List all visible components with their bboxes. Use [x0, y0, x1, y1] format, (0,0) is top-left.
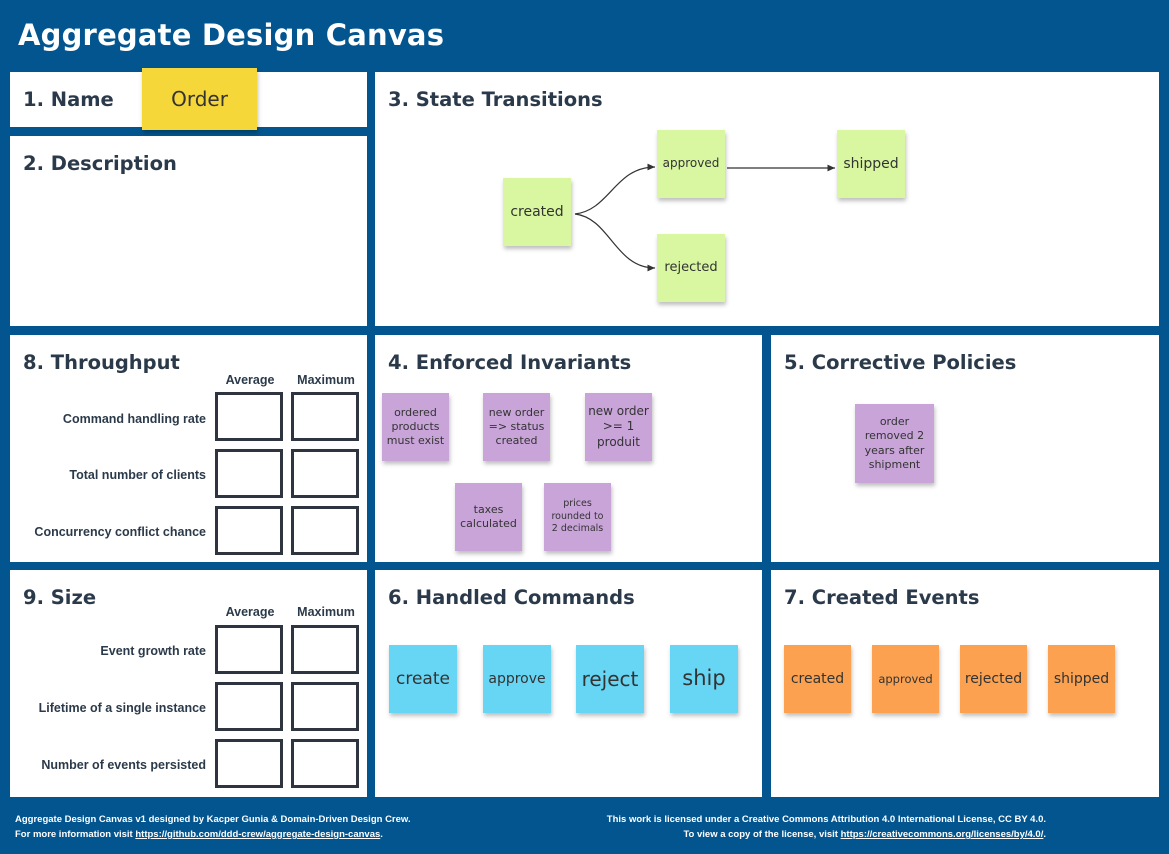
panel-state-transitions: 3. State Transitions created approved sh… — [375, 72, 1159, 326]
size-growth-average-field[interactable] — [215, 625, 283, 674]
panel-description: 2. Description — [10, 136, 367, 326]
panel-size: 9. Size Average Maximum Event growth rat… — [10, 570, 367, 797]
transition-arrows — [574, 163, 835, 272]
throughput-conflict-maximum-field[interactable] — [291, 506, 359, 555]
panel-size-title: 9. Size — [23, 586, 97, 609]
panel-invariants-title: 4. Enforced Invariants — [388, 351, 632, 374]
canvas-board: Aggregate Design Canvas 1. Name 2. Descr… — [0, 0, 1169, 854]
arrow-created-approved — [574, 163, 656, 215]
event-sticky[interactable]: approved — [872, 645, 939, 713]
throughput-col-average: Average — [225, 373, 275, 387]
command-sticky[interactable]: ship — [670, 645, 738, 713]
footer-license-line1: This work is licensed under a Creative C… — [606, 814, 1046, 825]
size-col-average: Average — [225, 605, 275, 619]
invariant-sticky[interactable]: ordered products must exist — [382, 393, 449, 461]
canvas-title: Aggregate Design Canvas — [18, 18, 445, 52]
footer-credits-line1: Aggregate Design Canvas v1 designed by K… — [15, 814, 411, 825]
state-created[interactable]: created — [503, 178, 571, 246]
footer-license: This work is licensed under a Creative C… — [607, 812, 1046, 842]
command-sticky[interactable]: approve — [483, 645, 551, 713]
throughput-row-label: Concurrency conflict chance — [34, 525, 206, 539]
event-sticky[interactable]: rejected — [960, 645, 1027, 713]
footer-license-link[interactable]: https://creativecommons.org/licenses/by/… — [841, 829, 1044, 840]
state-rejected[interactable]: rejected — [657, 234, 725, 302]
throughput-row-label: Total number of clients — [69, 468, 206, 482]
arrow-created-rejected — [574, 213, 656, 272]
throughput-row-label: Command handling rate — [62, 412, 206, 426]
panel-events-title: 7. Created Events — [784, 586, 980, 609]
size-row-label: Event growth rate — [100, 644, 206, 658]
panel-policies: 5. Corrective Policies order removed 2 y… — [771, 335, 1159, 562]
invariant-sticky[interactable]: new order => status created — [483, 393, 550, 461]
panel-throughput: 8. Throughput Average Maximum Command ha… — [10, 335, 367, 562]
size-growth-maximum-field[interactable] — [291, 625, 359, 674]
size-row-label: Number of events persisted — [41, 758, 206, 772]
event-sticky[interactable]: shipped — [1048, 645, 1115, 713]
footer-github-link[interactable]: https://github.com/ddd-crew/aggregate-de… — [135, 829, 380, 840]
invariant-sticky[interactable]: new order >= 1 produit — [585, 393, 652, 461]
panel-description-title: 2. Description — [23, 152, 177, 175]
aggregate-name-sticky[interactable]: Order — [142, 68, 257, 130]
policy-sticky[interactable]: order removed 2 years after shipment — [855, 404, 934, 483]
event-sticky[interactable]: created — [784, 645, 851, 713]
state-shipped[interactable]: shipped — [837, 130, 905, 198]
panel-policies-title: 5. Corrective Policies — [784, 351, 1017, 374]
invariant-sticky[interactable]: taxes calculated — [455, 483, 522, 551]
throughput-col-maximum: Maximum — [297, 373, 355, 387]
size-events-average-field[interactable] — [215, 739, 283, 788]
throughput-command-rate-average-field[interactable] — [215, 392, 283, 441]
panel-commands: 6. Handled Commands create approve rejec… — [375, 570, 762, 797]
command-sticky[interactable]: reject — [576, 645, 644, 713]
footer-credits-line2: For more information visit https://githu… — [15, 829, 383, 840]
panel-events: 7. Created Events created approved rejec… — [771, 570, 1159, 797]
size-col-maximum: Maximum — [297, 605, 355, 619]
invariant-sticky[interactable]: prices rounded to 2 decimals — [544, 483, 611, 551]
size-lifetime-maximum-field[interactable] — [291, 682, 359, 731]
throughput-clients-average-field[interactable] — [215, 449, 283, 498]
command-sticky[interactable]: create — [389, 645, 457, 713]
throughput-conflict-average-field[interactable] — [215, 506, 283, 555]
throughput-clients-maximum-field[interactable] — [291, 449, 359, 498]
panel-throughput-title: 8. Throughput — [23, 351, 180, 374]
panel-commands-title: 6. Handled Commands — [388, 586, 635, 609]
footer-license-line2: To view a copy of the license, visit htt… — [683, 829, 1046, 840]
state-approved[interactable]: approved — [657, 130, 725, 198]
size-row-label: Lifetime of a single instance — [38, 701, 206, 715]
throughput-command-rate-maximum-field[interactable] — [291, 392, 359, 441]
panel-name-title: 1. Name — [23, 88, 114, 111]
footer-credits: Aggregate Design Canvas v1 designed by K… — [15, 812, 411, 842]
size-lifetime-average-field[interactable] — [215, 682, 283, 731]
size-events-maximum-field[interactable] — [291, 739, 359, 788]
panel-invariants: 4. Enforced Invariants ordered products … — [375, 335, 762, 562]
